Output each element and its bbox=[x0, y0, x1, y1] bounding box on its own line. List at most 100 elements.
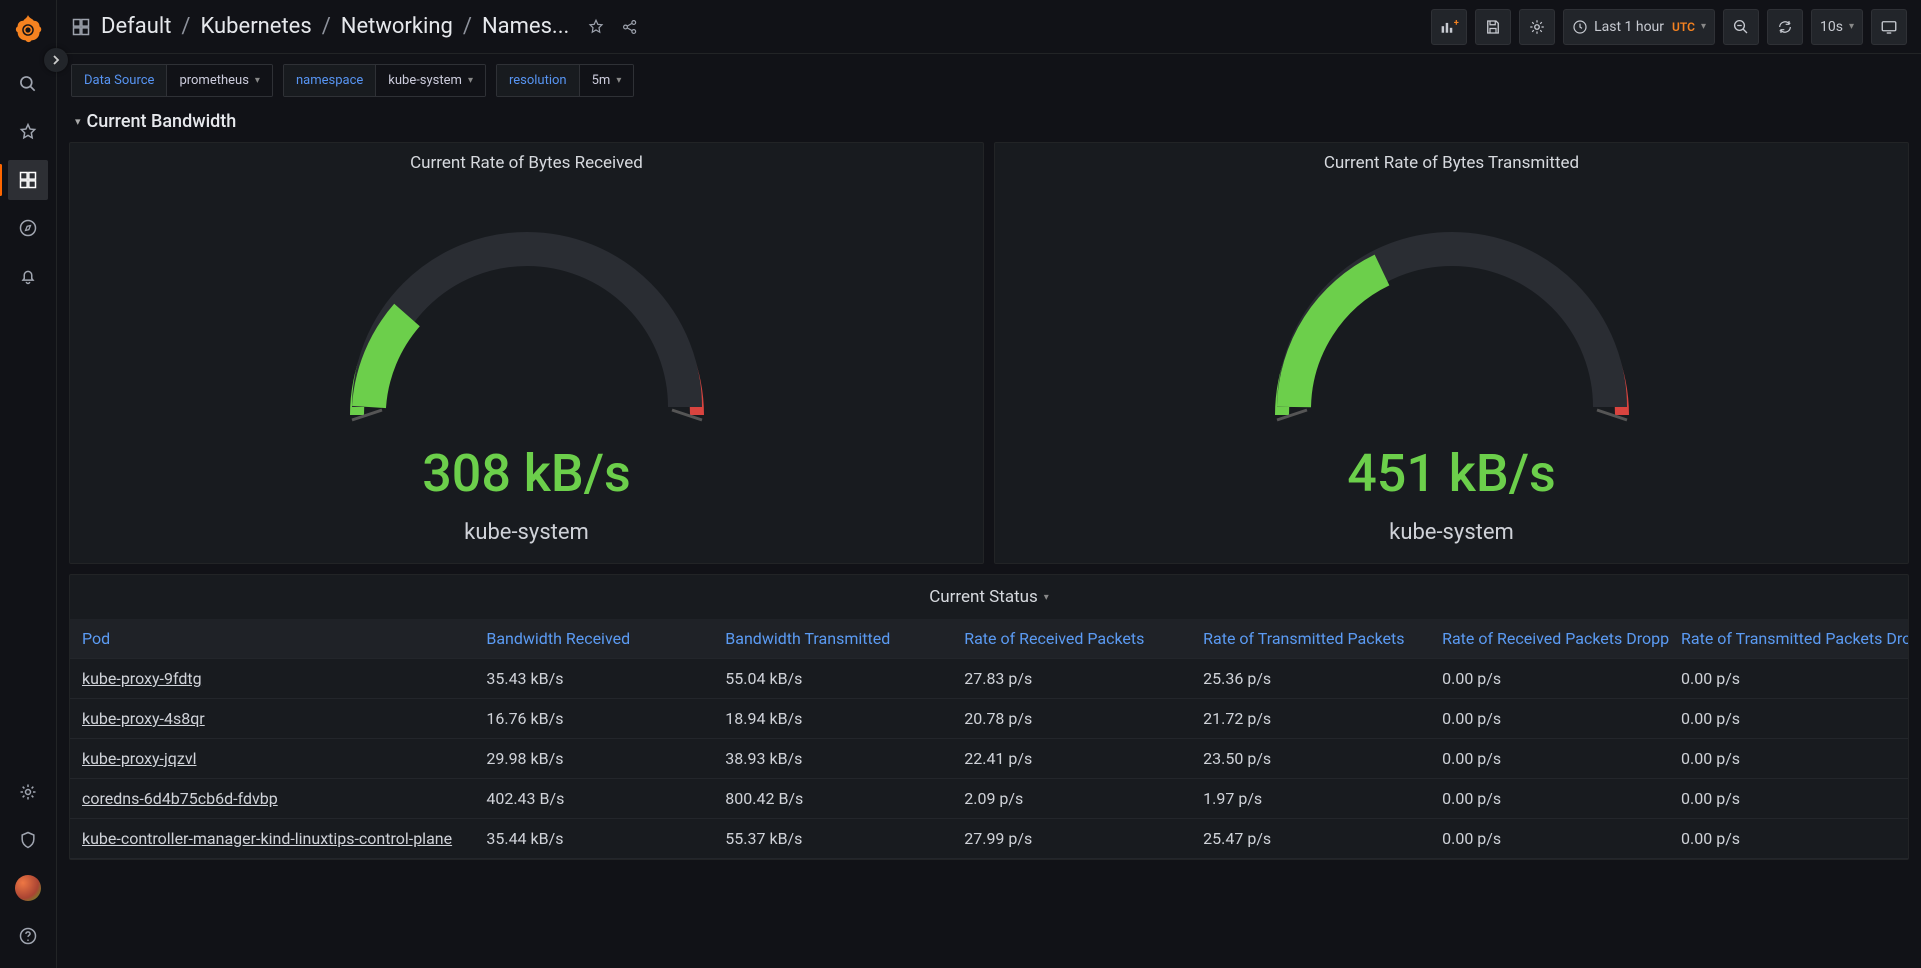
cell-value: 35.44 kB/s bbox=[474, 819, 713, 859]
table-row: kube-proxy-9fdtg 35.43 kB/s55.04 kB/s27.8… bbox=[70, 659, 1908, 699]
help-icon bbox=[18, 926, 38, 946]
gauge-value: 451 kB/s bbox=[1347, 443, 1556, 504]
chevron-down-icon: ▾ bbox=[1044, 592, 1049, 603]
pod-link[interactable]: kube-proxy-9fdtg bbox=[82, 669, 202, 688]
gauge-chart bbox=[1222, 185, 1682, 435]
table-header[interactable]: Rate of Received Packets bbox=[952, 619, 1191, 659]
pod-link[interactable]: coredns-6d4b75cb6d-fdvbp bbox=[82, 789, 278, 808]
table-header[interactable]: Bandwidth Transmitted bbox=[713, 619, 952, 659]
chevron-down-icon: ▾ bbox=[468, 75, 473, 86]
panel-gauge-transmitted[interactable]: Current Rate of Bytes Transmitted 451 kB… bbox=[994, 142, 1909, 564]
cell-value: 18.94 kB/s bbox=[713, 699, 952, 739]
cell-value: 0.00 p/s bbox=[1430, 819, 1669, 859]
var-label: namespace bbox=[284, 65, 375, 96]
cell-value: 23.50 p/s bbox=[1191, 739, 1430, 779]
dashboard-settings-button[interactable] bbox=[1519, 9, 1555, 45]
var-value-select[interactable]: 5m▾ bbox=[579, 65, 634, 96]
var-label: resolution bbox=[497, 65, 579, 96]
grafana-logo-icon[interactable] bbox=[12, 14, 44, 46]
var-value-select[interactable]: kube-system▾ bbox=[375, 65, 485, 96]
cell-value: 0.00 p/s bbox=[1669, 739, 1908, 779]
var-datasource: Data Source prometheus▾ bbox=[71, 64, 273, 97]
sidebar-item-search[interactable] bbox=[8, 64, 48, 104]
sidebar-item-dashboards[interactable] bbox=[8, 160, 48, 200]
table-header[interactable]: Bandwidth Received bbox=[474, 619, 713, 659]
cell-value: 35.43 kB/s bbox=[474, 659, 713, 699]
monitor-icon bbox=[1880, 18, 1898, 36]
cell-value: 55.04 kB/s bbox=[713, 659, 952, 699]
refresh-icon bbox=[1777, 19, 1793, 35]
cell-pod: coredns-6d4b75cb6d-fdvbp bbox=[70, 779, 474, 819]
add-panel-button[interactable]: + bbox=[1431, 9, 1467, 45]
cell-value: 55.37 kB/s bbox=[713, 819, 952, 859]
panel-title: Current Rate of Bytes Received bbox=[70, 153, 983, 173]
cell-value: 27.83 p/s bbox=[952, 659, 1191, 699]
breadcrumb-separator: / bbox=[463, 14, 472, 39]
cell-pod: kube-controller-manager-kind-linuxtips-c… bbox=[70, 819, 474, 859]
pod-link[interactable]: kube-controller-manager-kind-linuxtips-c… bbox=[82, 829, 452, 848]
dashboards-breadcrumb-icon[interactable] bbox=[71, 17, 91, 37]
share-dashboard-button[interactable] bbox=[621, 18, 639, 36]
chevron-down-icon: ▾ bbox=[1701, 21, 1706, 32]
time-picker-button[interactable]: Last 1 hour UTC ▾ bbox=[1563, 9, 1715, 45]
topbar: Default / Kubernetes / Networking / Name… bbox=[57, 0, 1921, 54]
panel-current-status[interactable]: Current Status ▾ Pod Bandwidth Received … bbox=[69, 574, 1909, 860]
var-label: Data Source bbox=[72, 65, 166, 96]
table-header[interactable]: Rate of Transmitted Packets Dropped bbox=[1669, 619, 1908, 659]
gear-icon bbox=[18, 782, 38, 802]
table-row: kube-controller-manager-kind-linuxtips-c… bbox=[70, 819, 1908, 859]
breadcrumb-item[interactable]: Default bbox=[101, 14, 171, 39]
sidebar-item-alerting[interactable] bbox=[8, 256, 48, 296]
svg-text:+: + bbox=[1454, 18, 1459, 28]
sidebar-item-admin[interactable] bbox=[8, 820, 48, 860]
bell-icon bbox=[18, 266, 38, 286]
cell-value: 25.47 p/s bbox=[1191, 819, 1430, 859]
pod-link[interactable]: kube-proxy-jqzvl bbox=[82, 749, 196, 768]
sidebar-item-configuration[interactable] bbox=[8, 772, 48, 812]
chevron-down-icon: ▾ bbox=[616, 75, 621, 86]
save-icon bbox=[1484, 18, 1502, 36]
refresh-interval-picker[interactable]: 10s ▾ bbox=[1811, 9, 1863, 45]
clock-icon bbox=[1572, 19, 1588, 35]
table-header[interactable]: Rate of Received Packets Dropped bbox=[1430, 619, 1669, 659]
sidebar-item-starred[interactable] bbox=[8, 112, 48, 152]
add-panel-icon: + bbox=[1439, 18, 1459, 36]
breadcrumb-item[interactable]: Names... bbox=[482, 14, 569, 39]
cell-pod: kube-proxy-4s8qr bbox=[70, 699, 474, 739]
panel-gauge-received[interactable]: Current Rate of Bytes Received 308 kB/s … bbox=[69, 142, 984, 564]
panel-title: Current Rate of Bytes Transmitted bbox=[995, 153, 1908, 173]
cell-value: 0.00 p/s bbox=[1430, 659, 1669, 699]
time-range-label: Last 1 hour bbox=[1594, 19, 1664, 35]
pod-link[interactable]: kube-proxy-4s8qr bbox=[82, 709, 205, 728]
zoom-out-button[interactable] bbox=[1723, 9, 1759, 45]
sidebar-item-profile[interactable] bbox=[8, 868, 48, 908]
avatar-icon bbox=[15, 875, 41, 901]
refresh-button[interactable] bbox=[1767, 9, 1803, 45]
gauge-series-label: kube-system bbox=[464, 520, 589, 545]
table-header[interactable]: Rate of Transmitted Packets bbox=[1191, 619, 1430, 659]
table-header[interactable]: Pod bbox=[70, 619, 474, 659]
chevron-down-icon: ▾ bbox=[255, 75, 260, 86]
sidebar-item-help[interactable] bbox=[8, 916, 48, 956]
breadcrumb-separator: / bbox=[322, 14, 331, 39]
search-icon bbox=[18, 74, 38, 94]
row-header-current-bandwidth[interactable]: ▾ Current Bandwidth bbox=[57, 107, 1921, 142]
gauge-chart bbox=[297, 185, 757, 435]
cell-value: 2.09 p/s bbox=[952, 779, 1191, 819]
panel-title: Current Status ▾ bbox=[70, 575, 1908, 619]
sidebar-item-explore[interactable] bbox=[8, 208, 48, 248]
gauge-series-label: kube-system bbox=[1389, 520, 1514, 545]
cell-value: 402.43 B/s bbox=[474, 779, 713, 819]
cell-value: 22.41 p/s bbox=[952, 739, 1191, 779]
timezone-label: UTC bbox=[1672, 20, 1695, 34]
tv-mode-button[interactable] bbox=[1871, 9, 1907, 45]
save-dashboard-button[interactable] bbox=[1475, 9, 1511, 45]
dashboards-icon bbox=[18, 170, 38, 190]
breadcrumb-item[interactable]: Kubernetes bbox=[200, 14, 311, 39]
gauge-value: 308 kB/s bbox=[422, 443, 631, 504]
cell-value: 0.00 p/s bbox=[1669, 779, 1908, 819]
var-namespace: namespace kube-system▾ bbox=[283, 64, 486, 97]
breadcrumb-item[interactable]: Networking bbox=[341, 14, 453, 39]
star-dashboard-button[interactable] bbox=[587, 18, 605, 36]
var-value-select[interactable]: prometheus▾ bbox=[166, 65, 272, 96]
